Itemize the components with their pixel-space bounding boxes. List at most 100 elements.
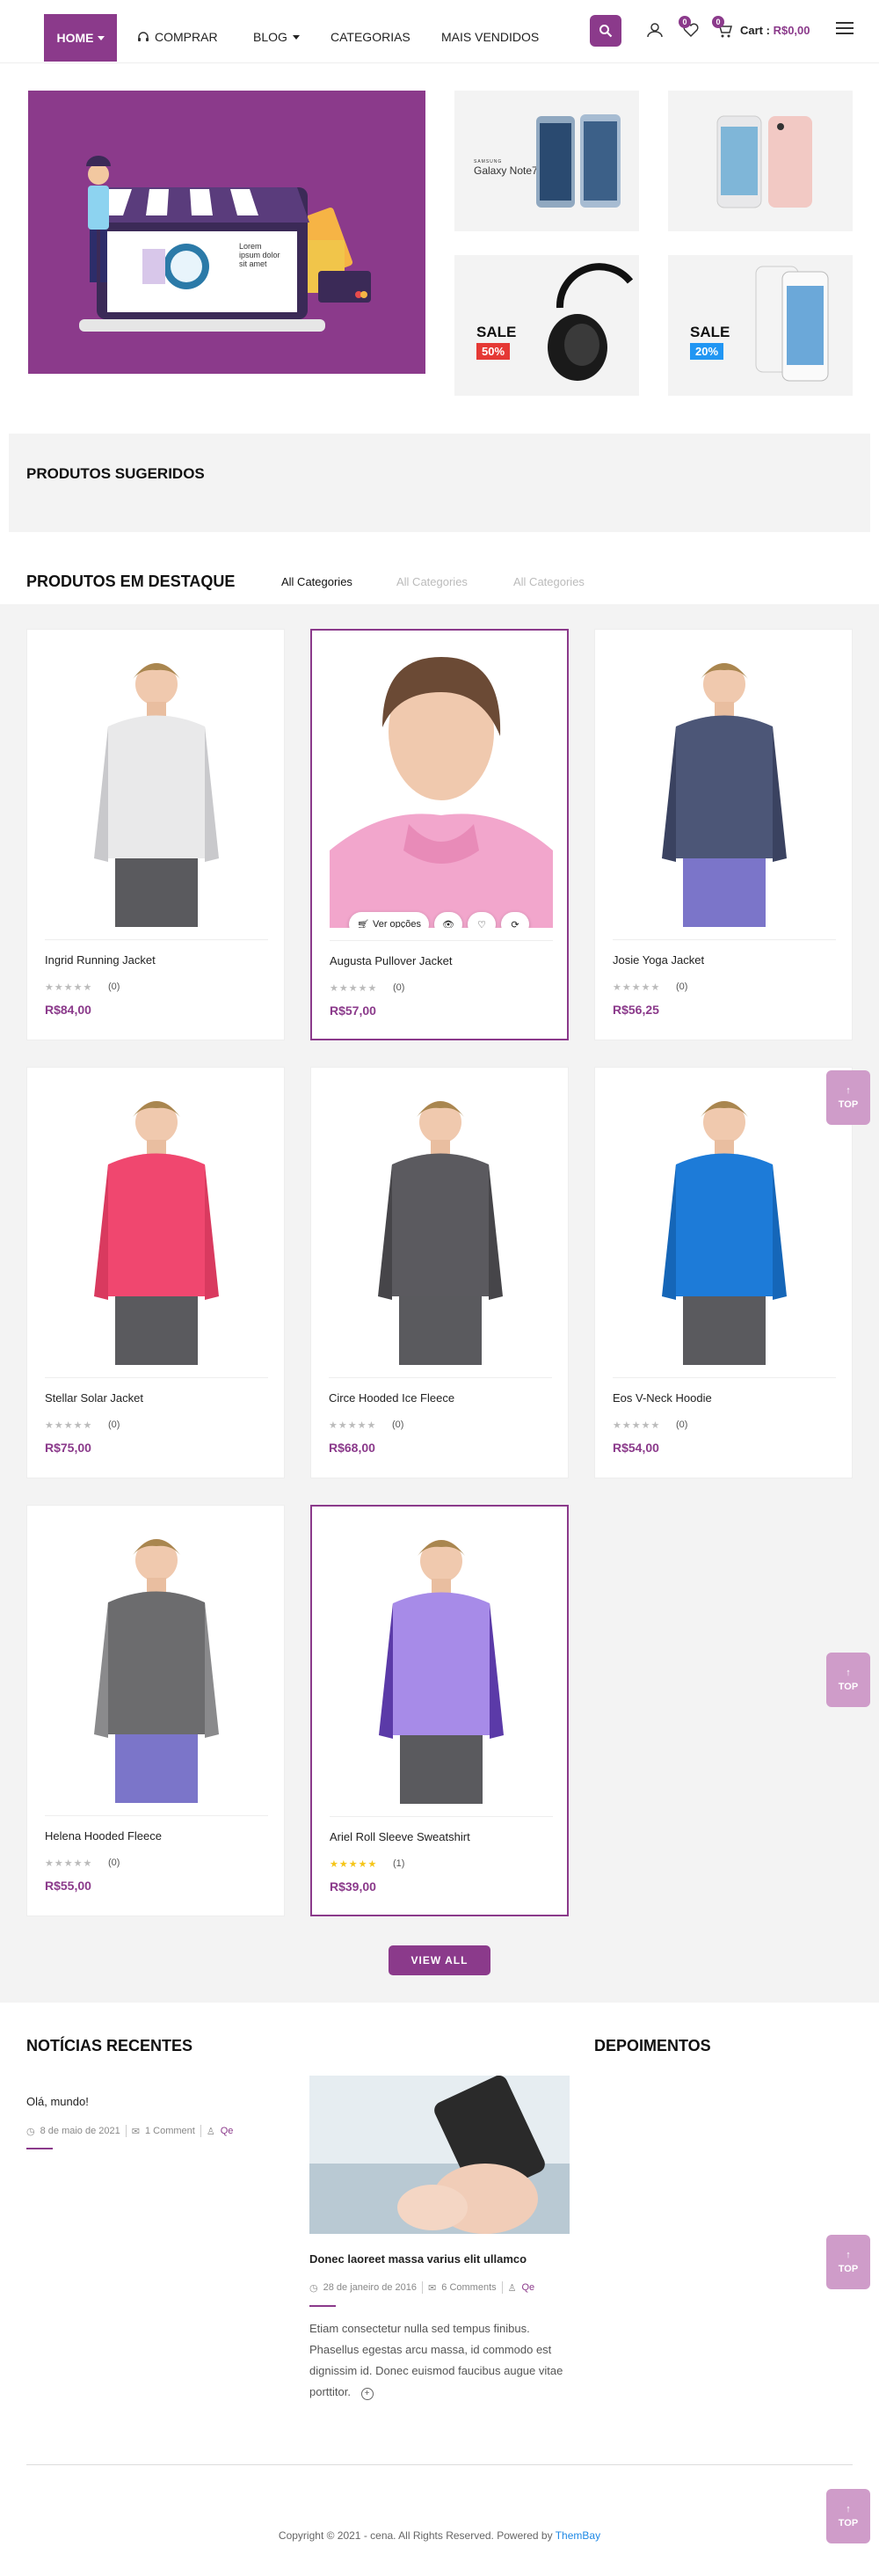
- search-button[interactable]: [590, 15, 621, 47]
- quick-view-button[interactable]: 👁︎: [434, 912, 463, 929]
- product-price: R$39,00: [330, 1879, 376, 1894]
- review-count: (0): [393, 982, 405, 993]
- tab-all-categories[interactable]: All Categories: [396, 575, 468, 588]
- product-image[interactable]: [329, 1085, 552, 1365]
- product-photo: [330, 657, 553, 928]
- hero-banner-line: ipsum dolor: [239, 251, 280, 259]
- comment-icon: ✉: [428, 2282, 437, 2294]
- view-options-label: Ver opções: [372, 919, 422, 928]
- back-to-top-button[interactable]: ↑ TOP: [826, 1653, 870, 1707]
- product-name[interactable]: Ariel Roll Sleeve Sweatshirt: [330, 1830, 470, 1843]
- product-name[interactable]: Josie Yoga Jacket: [613, 953, 704, 967]
- product-image[interactable]: [45, 1085, 268, 1365]
- star-rating-icon: ★★★★★: [330, 1859, 378, 1870]
- arrow-up-icon: ↑: [846, 1085, 851, 1096]
- cart-amount: R$0,00: [773, 24, 810, 37]
- banner-pixel-sale[interactable]: SALE 20%: [668, 255, 853, 396]
- news-title: NOTÍCIAS RECENTES: [26, 2037, 193, 2054]
- nav-mais-vendidos-label: MAIS VENDIDOS: [441, 30, 540, 44]
- review-count: (0): [392, 1419, 404, 1430]
- top-label: TOP: [838, 1099, 859, 1110]
- post-author[interactable]: Qe: [221, 2126, 234, 2136]
- product-image[interactable]: [330, 1524, 553, 1804]
- post-date: 8 de maio de 2021: [40, 2126, 120, 2136]
- star-rating-icon: ★★★★★: [45, 1420, 93, 1431]
- star-rating-icon: ★★★★★: [45, 982, 93, 993]
- product-card[interactable]: Stellar Solar Jacket ★★★★★ (0) R$75,00: [26, 1067, 285, 1478]
- cart-icon: 🛒︎: [357, 919, 369, 929]
- heart-icon: ♡: [477, 919, 486, 929]
- sale-label: SALE: [690, 324, 730, 340]
- post-date: 28 de janeiro de 2016: [323, 2282, 418, 2293]
- product-name[interactable]: Helena Hooded Fleece: [45, 1829, 162, 1843]
- product-image[interactable]: [613, 1085, 836, 1365]
- suggested-title: PRODUTOS SUGERIDOS: [26, 465, 205, 482]
- user-icon[interactable]: [645, 20, 665, 40]
- tab-all-categories[interactable]: All Categories: [513, 575, 585, 588]
- product-card[interactable]: 🛒︎ Ver opções 👁︎ ♡ ⟳ Augusta Pullover Jac…: [310, 629, 569, 1040]
- nav-home[interactable]: HOME: [44, 14, 117, 62]
- news-post-title[interactable]: Donec laoreet massa varius elit ullamco: [309, 2252, 527, 2266]
- nav-categorias-label: CATEGORIAS: [331, 30, 410, 44]
- product-image[interactable]: [45, 1523, 268, 1803]
- product-card[interactable]: Ariel Roll Sleeve Sweatshirt ★★★★★ (1) R…: [310, 1505, 569, 1916]
- product-card[interactable]: Helena Hooded Fleece ★★★★★ (0) R$55,00: [26, 1505, 285, 1916]
- phone-image: [716, 115, 812, 208]
- comment-icon: ✉: [131, 2126, 140, 2137]
- hamburger-menu-icon[interactable]: [836, 22, 854, 36]
- read-more-icon[interactable]: +: [360, 2388, 374, 2400]
- product-name[interactable]: Circe Hooded Ice Fleece: [329, 1391, 454, 1405]
- cart-label: Cart :: [740, 24, 770, 37]
- back-to-top-button[interactable]: ↑ TOP: [826, 2235, 870, 2289]
- wishlist-count-badge: 0: [679, 16, 691, 28]
- top-label: TOP: [838, 2518, 859, 2529]
- product-name[interactable]: Stellar Solar Jacket: [45, 1391, 143, 1405]
- banner-headphones-sale[interactable]: SALE 50%: [454, 255, 639, 396]
- nav-comprar[interactable]: COMPRAR: [137, 30, 218, 44]
- review-count: (0): [108, 982, 120, 992]
- nav-categorias[interactable]: CATEGORIAS: [331, 30, 410, 44]
- copyright-text: Copyright © 2021 - cena. All Rights Rese…: [278, 2529, 553, 2542]
- product-image[interactable]: [45, 647, 268, 927]
- product-name[interactable]: Augusta Pullover Jacket: [330, 954, 452, 967]
- chevron-down-icon: [97, 35, 105, 40]
- product-price: R$68,00: [329, 1441, 375, 1455]
- add-to-wishlist-button[interactable]: ♡: [468, 912, 497, 929]
- review-count: (0): [108, 1419, 120, 1430]
- product-image[interactable]: [613, 647, 836, 927]
- post-comments[interactable]: 1 Comment: [145, 2126, 195, 2136]
- compare-button[interactable]: ⟳: [501, 912, 530, 928]
- post-author[interactable]: Qe: [522, 2282, 535, 2293]
- footer-divider: [26, 2464, 853, 2465]
- nav-blog[interactable]: BLOG: [253, 30, 300, 44]
- review-count: (0): [676, 982, 688, 992]
- product-card[interactable]: Josie Yoga Jacket ★★★★★ (0) R$56,25: [594, 629, 853, 1040]
- view-options-button[interactable]: 🛒︎ Ver opções: [349, 912, 430, 929]
- banner-iphone[interactable]: [668, 91, 853, 231]
- cart-count-badge: 0: [712, 16, 724, 28]
- news-post-image[interactable]: [309, 2076, 570, 2234]
- eye-icon: 👁︎: [442, 919, 454, 929]
- product-name[interactable]: Eos V-Neck Hoodie: [613, 1391, 712, 1405]
- product-card[interactable]: Eos V-Neck Hoodie ★★★★★ (0) R$54,00: [594, 1067, 853, 1478]
- back-to-top-button[interactable]: ↑ TOP: [826, 1070, 870, 1125]
- news-post-meta: ◷ 8 de maio de 2021 ✉ 1 Comment ♙ Qe: [26, 2125, 233, 2137]
- featured-title: PRODUTOS EM DESTAQUE: [26, 573, 236, 590]
- hero-banner[interactable]: Lorem ipsum dolor sit amet: [28, 91, 425, 374]
- product-image[interactable]: 🛒︎ Ver opções 👁︎ ♡ ⟳: [330, 648, 553, 928]
- nav-mais-vendidos[interactable]: MAIS VENDIDOS: [441, 30, 539, 44]
- news-post-title[interactable]: Olá, mundo!: [26, 2095, 89, 2108]
- search-icon: [599, 25, 613, 38]
- post-comments[interactable]: 6 Comments: [441, 2282, 496, 2293]
- cart-total[interactable]: Cart : R$0,00: [740, 24, 810, 37]
- powered-by-link[interactable]: ThemBay: [556, 2529, 600, 2542]
- banner-galaxy-note[interactable]: SAMSUNG Galaxy Note7: [454, 91, 639, 231]
- product-card[interactable]: Ingrid Running Jacket ★★★★★ (0) R$84,00: [26, 629, 285, 1040]
- view-all-button[interactable]: VIEW ALL: [389, 1945, 490, 1975]
- product-card[interactable]: Circe Hooded Ice Fleece ★★★★★ (0) R$68,0…: [310, 1067, 569, 1478]
- product-name[interactable]: Ingrid Running Jacket: [45, 953, 156, 967]
- tab-all-categories[interactable]: All Categories: [281, 575, 352, 588]
- online-shop-illustration: [79, 156, 371, 332]
- star-rating-icon: ★★★★★: [330, 983, 378, 994]
- galaxy-model: Galaxy Note7: [474, 164, 538, 177]
